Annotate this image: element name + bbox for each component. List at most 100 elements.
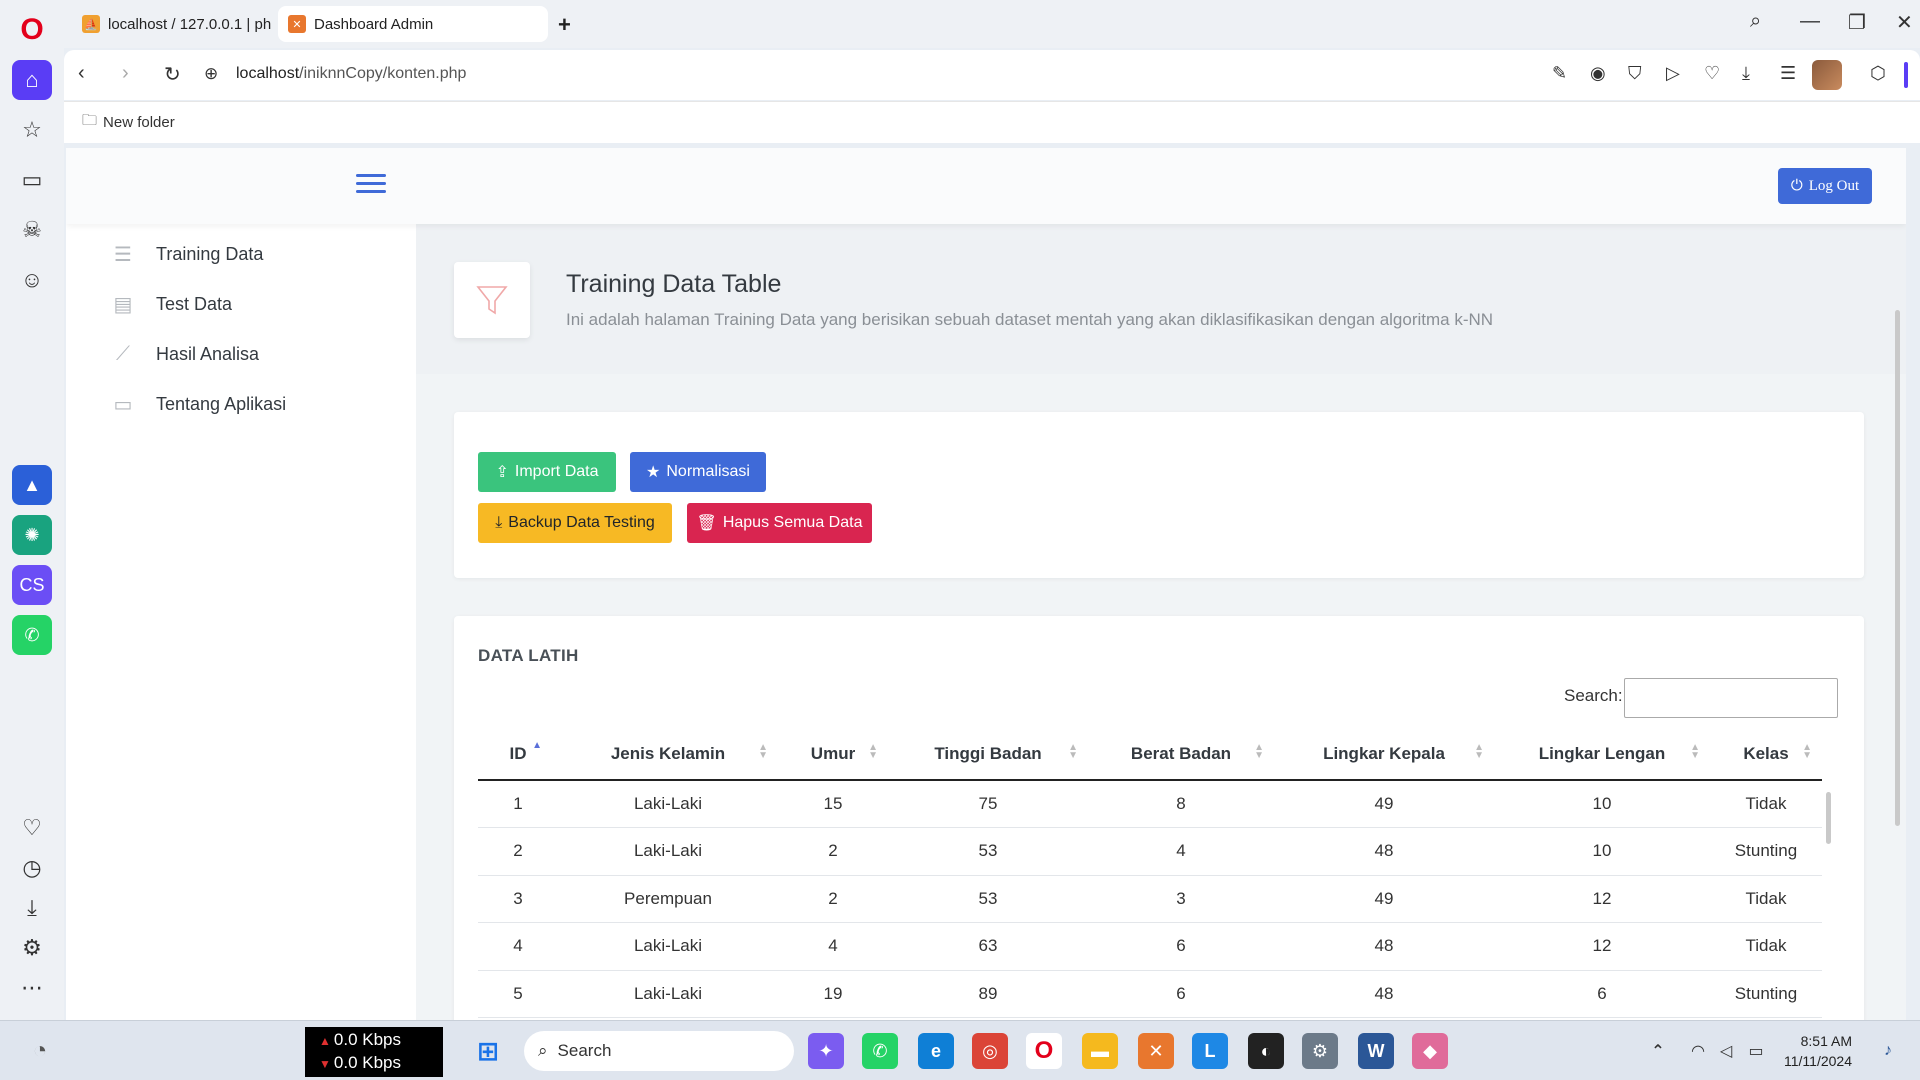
- history-icon[interactable]: ◷: [12, 848, 52, 888]
- windows-start-icon[interactable]: ⊞: [470, 1033, 506, 1069]
- logout-button[interactable]: ⏻ Log Out: [1778, 168, 1872, 204]
- cell: 2: [778, 827, 888, 876]
- table-card-title: DATA LATIH: [478, 646, 579, 665]
- column-label: Lingkar Kepala: [1323, 743, 1445, 763]
- word-icon[interactable]: W: [1358, 1033, 1394, 1069]
- table-row: 3 Perempuan 2 53 3 49 12 Tidak: [478, 875, 1822, 923]
- settings-icon[interactable]: ⚙: [1302, 1033, 1338, 1069]
- skull-icon[interactable]: ☠: [12, 210, 52, 250]
- battery-icon[interactable]: ▭: [1738, 1033, 1774, 1069]
- camera-icon[interactable]: ◉: [1590, 63, 1606, 84]
- sidebar-item-tentang-aplikasi[interactable]: ▭ Tentang Aplikasi: [110, 389, 287, 419]
- normalize-label: Normalisasi: [666, 463, 750, 480]
- column-header[interactable]: Lingkar Lengan ▲ ▼: [1494, 728, 1710, 781]
- opera-icon[interactable]: O: [1026, 1033, 1062, 1069]
- address-bar: ‹ › ↻ ⊕ localhost/iniknnCopy/konten.php …: [64, 50, 1920, 100]
- cell: 48: [1274, 970, 1494, 1018]
- bookmark-folder[interactable]: New folder: [103, 114, 175, 131]
- edge-icon[interactable]: e: [918, 1033, 954, 1069]
- new-tab-icon[interactable]: +: [558, 12, 571, 38]
- sort-icon: ▲ ▼: [1254, 742, 1264, 761]
- restore-icon[interactable]: ❐: [1848, 10, 1866, 35]
- play-icon[interactable]: ▷: [1666, 63, 1680, 84]
- url-field[interactable]: localhost/iniknnCopy/konten.php: [236, 65, 466, 83]
- file-explorer-icon[interactable]: ▬: [1082, 1033, 1118, 1069]
- notification-bell-icon[interactable]: ♪: [1870, 1033, 1906, 1069]
- favorite-heart-icon[interactable]: ♡: [1704, 63, 1720, 84]
- page-scrollbar[interactable]: [1895, 310, 1900, 826]
- backup-data-button[interactable]: ⤓ Backup Data Testing: [478, 503, 672, 543]
- home-icon[interactable]: ⌂: [12, 60, 52, 100]
- reload-icon[interactable]: ↻: [164, 62, 181, 87]
- taskbar-search[interactable]: ⌕ Search: [524, 1031, 794, 1071]
- sidebar-toggle-indicator[interactable]: [1904, 62, 1908, 88]
- xampp-icon[interactable]: ✕: [1138, 1033, 1174, 1069]
- column-header[interactable]: Umur ▲ ▼: [778, 728, 888, 781]
- download-icon[interactable]: ⤓: [12, 888, 52, 928]
- sort-asc-icon: ▲: [532, 740, 542, 751]
- cell: 4: [478, 922, 558, 971]
- close-icon[interactable]: ✕: [1896, 10, 1913, 35]
- delete-all-button[interactable]: 🗑 Hapus Semua Data: [687, 503, 872, 543]
- column-header[interactable]: ID ▲: [478, 728, 558, 781]
- more-icon[interactable]: ⋯: [12, 968, 52, 1008]
- hamburger-menu-icon[interactable]: [356, 174, 386, 196]
- opera-logo-icon[interactable]: O: [12, 10, 52, 50]
- normalize-button[interactable]: ★ Normalisasi: [630, 452, 766, 492]
- sidebar-item-training-data[interactable]: ☰ Training Data: [110, 239, 263, 269]
- briefcase-icon[interactable]: ▭: [12, 160, 52, 200]
- column-header[interactable]: Berat Badan ▲ ▼: [1088, 728, 1274, 781]
- briefcase-icon: ▭: [113, 393, 133, 416]
- profile-avatar[interactable]: [1812, 60, 1842, 90]
- search-tabs-icon[interactable]: ⌕: [1750, 10, 1761, 33]
- edit-icon[interactable]: ✎: [1552, 63, 1567, 84]
- minimize-icon[interactable]: —: [1800, 10, 1820, 33]
- cell: 19: [778, 970, 888, 1018]
- tab-dashboard-admin[interactable]: ✕ Dashboard Admin: [278, 6, 548, 42]
- sidebar-item-hasil-analisa[interactable]: ⟋ Hasil Analisa: [110, 339, 259, 369]
- chatgpt-icon[interactable]: ✺: [12, 515, 52, 555]
- search-input[interactable]: [1624, 678, 1838, 718]
- aria-star-icon[interactable]: ☆: [12, 110, 52, 150]
- easy-setup-icon[interactable]: ☰: [1780, 63, 1796, 84]
- column-header[interactable]: Lingkar Kepala ▲ ▼: [1274, 728, 1494, 781]
- sidebar-item-label: Test Data: [156, 293, 233, 314]
- forward-icon[interactable]: ›: [122, 62, 129, 85]
- search-label: Search:: [1564, 686, 1623, 705]
- cell: 8: [1088, 780, 1274, 828]
- table-row: 5 Laki-Laki 19 89 6 48 6 Stunting: [478, 970, 1822, 1018]
- import-data-button[interactable]: ⇪ Import Data: [478, 452, 616, 492]
- chrome-icon[interactable]: ◎: [972, 1033, 1008, 1069]
- heart-icon[interactable]: ♡: [12, 808, 52, 848]
- folder-icon: 🗀: [82, 112, 98, 129]
- column-label: Kelas: [1743, 743, 1789, 763]
- whatsapp-icon[interactable]: ✆: [12, 615, 52, 655]
- back-icon[interactable]: ‹: [78, 62, 85, 85]
- downloads-icon[interactable]: ⤓: [1742, 63, 1750, 84]
- column-header[interactable]: Jenis Kelamin ▲ ▼: [558, 728, 778, 781]
- smiley-icon[interactable]: ☺: [12, 260, 52, 300]
- chevron-up-icon[interactable]: ⌃: [1640, 1033, 1676, 1069]
- copilot-icon[interactable]: ✦: [808, 1033, 844, 1069]
- cell: 49: [1274, 875, 1494, 923]
- settings-icon[interactable]: ⚙: [12, 928, 52, 968]
- cs-app-icon[interactable]: CS: [12, 565, 52, 605]
- github-icon[interactable]: ◐: [1248, 1033, 1284, 1069]
- shield-icon[interactable]: ⛉: [1628, 63, 1642, 84]
- clock[interactable]: 8:51 AM 11/11/2024: [1784, 1031, 1852, 1071]
- weather-icon[interactable]: ◔: [22, 1033, 58, 1069]
- whatsapp-icon[interactable]: ✆: [862, 1033, 898, 1069]
- column-header[interactable]: Kelas ▲ ▼: [1710, 728, 1822, 781]
- tab-bar: ⛵ localhost / 127.0.0.1 | phpMyAdmin ✕ D…: [64, 0, 1920, 48]
- url-path: /iniknnCopy/konten.php: [299, 65, 467, 82]
- ai-app-icon[interactable]: ▲: [12, 465, 52, 505]
- tab-phpmyadmin[interactable]: ⛵ localhost / 127.0.0.1 | phpMyAdmin: [72, 6, 272, 42]
- app-header: ⏻ Log Out: [66, 148, 1906, 224]
- extensions-cube-icon[interactable]: ⬡: [1870, 63, 1886, 84]
- sidebar-item-test-data[interactable]: ▤ Test Data: [110, 289, 233, 319]
- column-header[interactable]: Tinggi Badan ▲ ▼: [888, 728, 1088, 781]
- table-scrollbar[interactable]: [1826, 792, 1831, 844]
- gem-app-icon[interactable]: ◆: [1412, 1033, 1448, 1069]
- table-row: 1 Laki-Laki 15 75 8 49 10 Tidak: [478, 780, 1822, 828]
- l-app-icon[interactable]: L: [1192, 1033, 1228, 1069]
